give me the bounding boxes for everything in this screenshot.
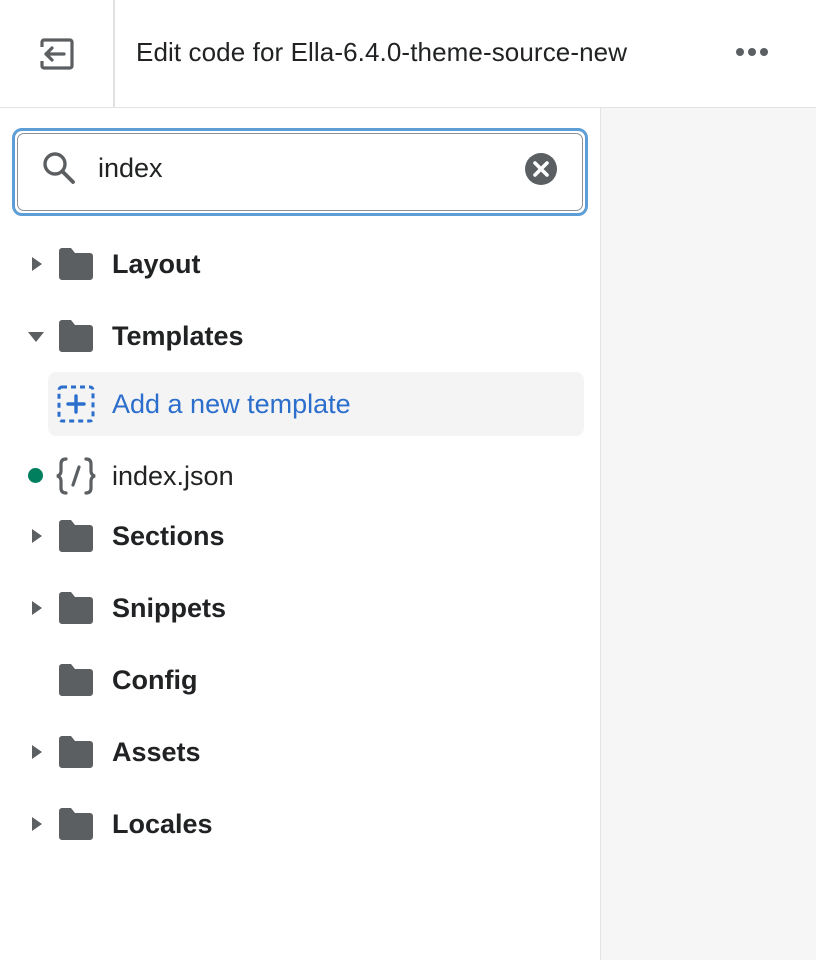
folder-label-config: Config bbox=[112, 665, 198, 695]
page-title: Edit code for Ella-6.4.0-theme-source-ne… bbox=[136, 37, 628, 67]
folder-icon bbox=[59, 592, 93, 624]
folder-label-snippets: Snippets bbox=[112, 593, 227, 623]
exit-button[interactable] bbox=[0, 0, 113, 107]
caret-down-icon[interactable] bbox=[27, 331, 45, 343]
folder-label-layout: Layout bbox=[112, 249, 201, 279]
search-box bbox=[17, 133, 583, 211]
top-bar: Edit code for Ella-6.4.0-theme-source-ne… bbox=[0, 0, 816, 108]
folder-icon bbox=[59, 248, 93, 280]
folder-label-locales: Locales bbox=[112, 809, 213, 839]
folder-label-templates: Templates bbox=[112, 321, 244, 351]
add-new-template-label: Add a new template bbox=[112, 389, 351, 419]
caret-right-icon[interactable] bbox=[30, 744, 44, 760]
caret-right-icon[interactable] bbox=[30, 600, 44, 616]
tree-folder-snippets[interactable]: Snippets bbox=[0, 576, 600, 640]
search-icon bbox=[43, 152, 75, 184]
tree-folder-config[interactable]: Config bbox=[0, 648, 600, 712]
modified-indicator bbox=[28, 468, 43, 483]
add-new-template-button[interactable]: Add a new template bbox=[48, 372, 584, 436]
circle-x-icon[interactable] bbox=[524, 152, 558, 186]
tree-folder-locales[interactable]: Locales bbox=[0, 792, 600, 856]
folder-label-sections: Sections bbox=[112, 521, 225, 551]
code-json-icon bbox=[56, 457, 96, 495]
tree-folder-templates[interactable]: Templates bbox=[0, 304, 600, 368]
tree-file-index-json[interactable]: index.json bbox=[0, 444, 600, 508]
folder-label-assets: Assets bbox=[112, 737, 201, 767]
folder-icon bbox=[59, 808, 93, 840]
tree-folder-assets[interactable]: Assets bbox=[0, 720, 600, 784]
caret-right-icon[interactable] bbox=[30, 528, 44, 544]
file-sidebar: Layout Templates Add a new template inde… bbox=[0, 108, 601, 960]
top-bar-divider bbox=[113, 0, 115, 107]
folder-icon bbox=[59, 520, 93, 552]
tree-folder-layout[interactable]: Layout bbox=[0, 232, 600, 296]
file-label-index-json: index.json bbox=[112, 461, 234, 491]
horizontal-dots-icon bbox=[736, 48, 768, 56]
exit-icon bbox=[39, 37, 74, 70]
caret-right-icon[interactable] bbox=[30, 256, 44, 272]
dashed-plus-icon bbox=[57, 385, 95, 423]
folder-icon bbox=[59, 664, 93, 696]
more-actions-button[interactable] bbox=[726, 32, 778, 72]
folder-icon bbox=[59, 736, 93, 768]
tree-folder-sections[interactable]: Sections bbox=[0, 504, 600, 568]
caret-right-icon[interactable] bbox=[30, 816, 44, 832]
code-editor-area[interactable] bbox=[601, 108, 816, 960]
search-focus-ring bbox=[12, 128, 588, 216]
search-input[interactable] bbox=[98, 146, 498, 190]
folder-icon bbox=[59, 320, 93, 352]
